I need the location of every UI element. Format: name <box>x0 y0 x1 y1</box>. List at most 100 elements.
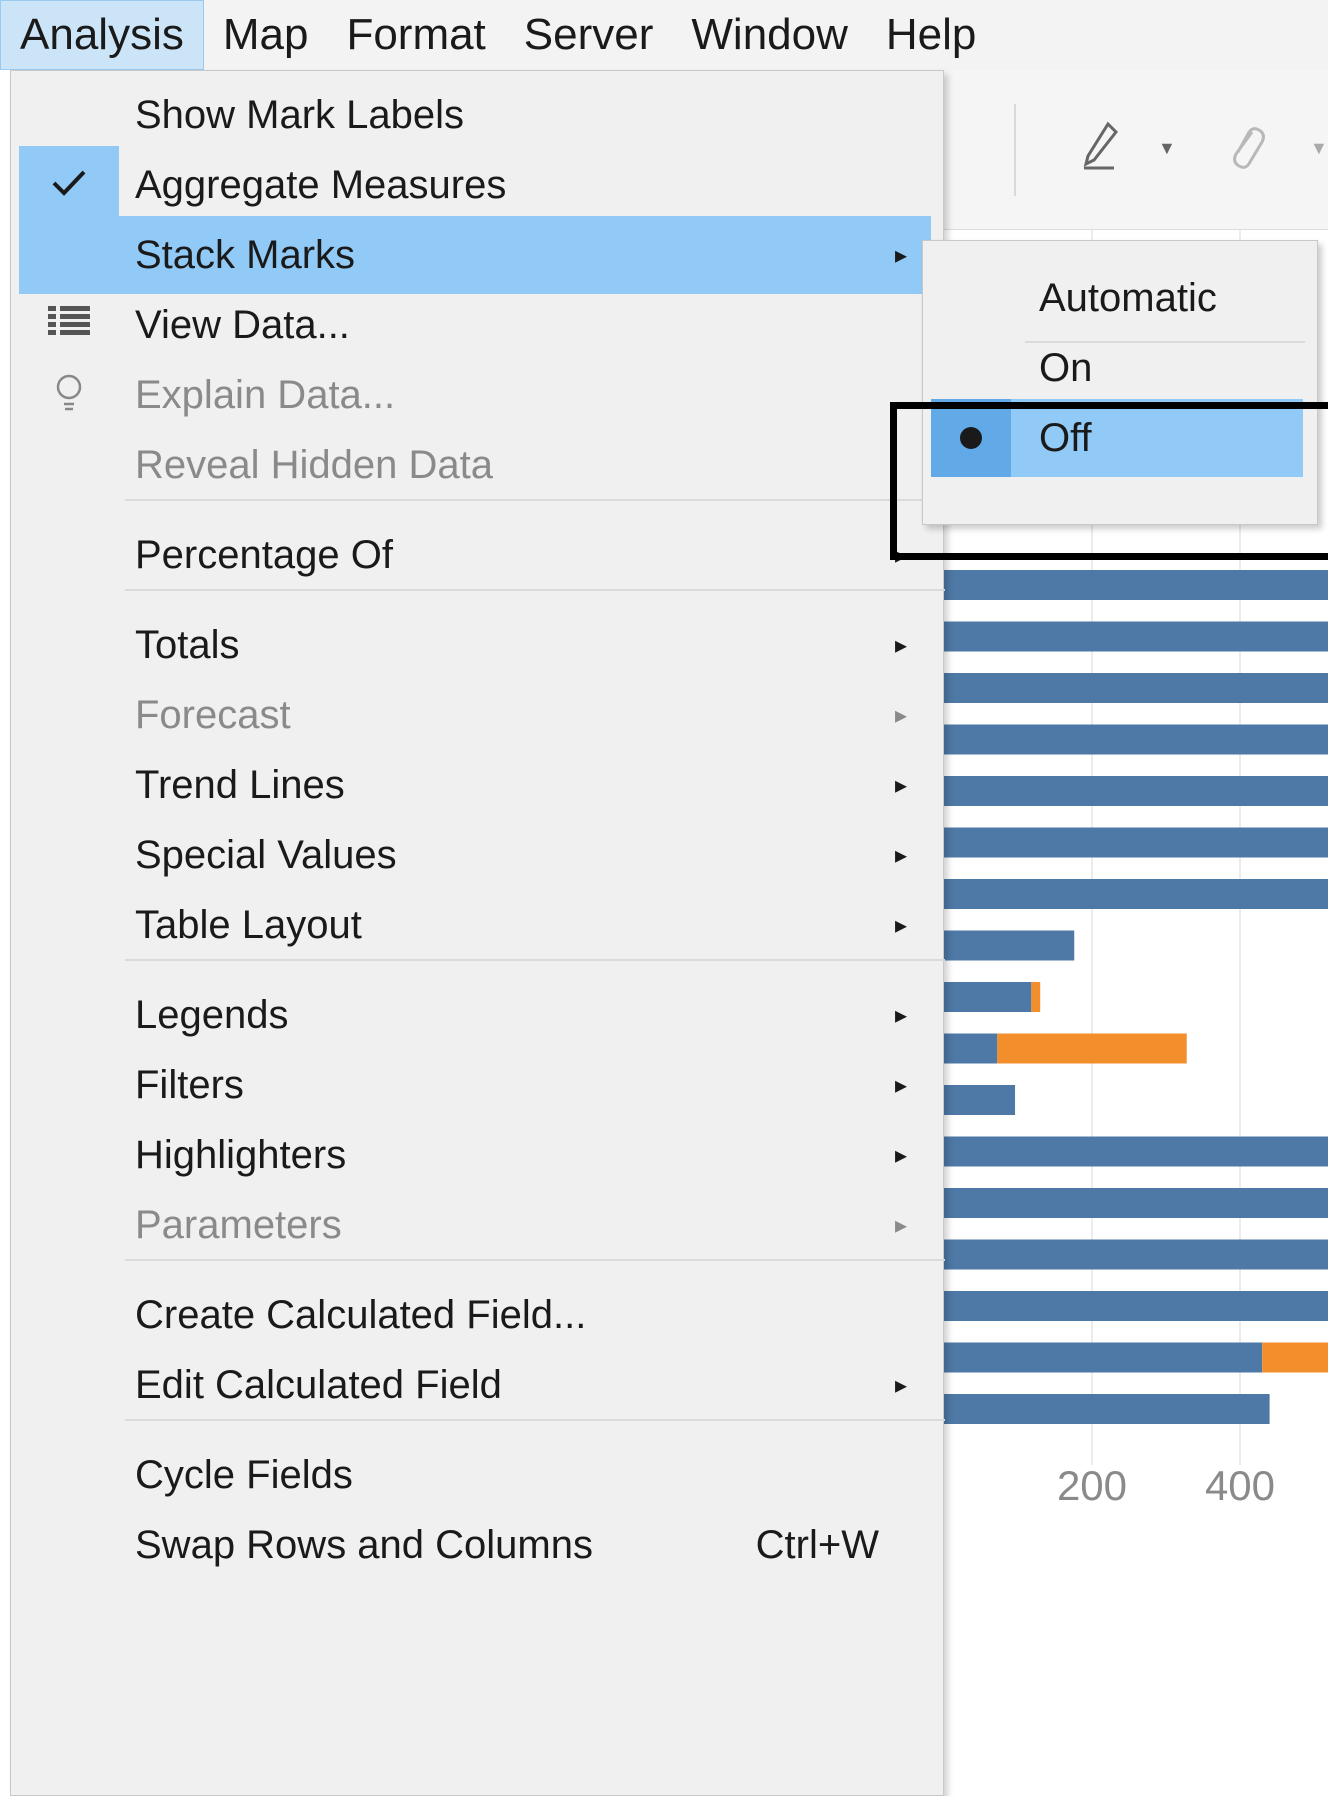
menu-item-gutter <box>19 676 119 754</box>
menu-item-gutter <box>19 516 119 594</box>
menu-item-stack-marks[interactable]: Stack Marks ▸ <box>19 216 931 294</box>
bar-mark <box>944 621 1328 652</box>
menu-item-label: Reveal Hidden Data <box>135 442 493 487</box>
menubar-item-server[interactable]: Server <box>505 0 673 70</box>
submenu-item-gutter <box>931 259 1011 337</box>
menu-item-gutter <box>19 886 119 964</box>
menu-item-percentage-of[interactable]: Percentage Of ▸ <box>19 516 931 594</box>
menu-item-label: Swap Rows and Columns <box>135 1522 593 1567</box>
app-window: Analysis Map Format Server Window Help ▼… <box>0 0 1328 1796</box>
view-data-icon <box>48 305 90 345</box>
menu-item-label: Filters <box>135 1062 244 1107</box>
menu-item-explain-data: Explain Data... <box>19 356 931 434</box>
menu-item-legends[interactable]: Legends ▸ <box>19 976 931 1054</box>
chevron-down-icon[interactable]: ▼ <box>1158 138 1176 159</box>
menu-item-label: Totals <box>135 622 240 667</box>
menu-item-label: Show Mark Labels <box>135 92 465 137</box>
bar-mark <box>944 982 1032 1012</box>
bar-mark <box>944 1342 1263 1373</box>
bar-mark <box>944 570 1328 600</box>
submenu-arrow-icon: ▸ <box>894 1211 908 1239</box>
menu-item-filters[interactable]: Filters ▸ <box>19 1046 931 1124</box>
menu-item-cycle-fields[interactable]: Cycle Fields <box>19 1436 931 1514</box>
menu-item-label: Stack Marks <box>135 232 356 277</box>
menu-item-gutter <box>19 816 119 894</box>
menu-item-label: Table Layout <box>135 902 362 947</box>
menu-item-gutter <box>19 1346 119 1424</box>
menu-item-label: View Data... <box>135 302 350 347</box>
bar-mark <box>944 930 1075 961</box>
menu-item-gutter <box>19 286 119 364</box>
menu-item-label: Edit Calculated Field <box>135 1362 502 1407</box>
pen-icon[interactable] <box>1080 120 1120 182</box>
menubar-item-map[interactable]: Map <box>204 0 328 70</box>
bar-mark <box>944 1291 1328 1321</box>
chevron-down-icon[interactable]: ▼ <box>1310 138 1328 159</box>
menu-item-gutter <box>19 146 119 224</box>
menu-bar: Analysis Map Format Server Window Help <box>0 0 1328 70</box>
bar-mark <box>944 1136 1328 1167</box>
submenu-item-gutter <box>931 329 1011 407</box>
menu-item-label: Explain Data... <box>135 372 396 417</box>
toolbar-separator <box>1014 104 1016 196</box>
submenu-arrow-icon: ▸ <box>894 1141 908 1169</box>
menu-item-gutter <box>19 606 119 684</box>
menu-item-gutter <box>19 1276 119 1354</box>
submenu-arrow-icon: ▸ <box>894 911 908 939</box>
menubar-item-help[interactable]: Help <box>867 0 996 70</box>
x-tick-label: 200 <box>1057 1462 1127 1509</box>
annotation-highlight-box <box>890 402 1328 560</box>
toolbar <box>940 70 1328 230</box>
menubar-item-window[interactable]: Window <box>672 0 867 70</box>
menu-item-view-data[interactable]: View Data... <box>19 286 931 364</box>
menubar-item-format[interactable]: Format <box>327 0 504 70</box>
menu-item-totals[interactable]: Totals ▸ <box>19 606 931 684</box>
menu-item-swap-rows-and-columns[interactable]: Swap Rows and Columns Ctrl+W <box>19 1506 931 1584</box>
menubar-item-analysis[interactable]: Analysis <box>0 0 204 70</box>
menu-item-gutter <box>19 1186 119 1264</box>
menu-item-gutter <box>19 356 119 434</box>
menu-item-aggregate-measures[interactable]: Aggregate Measures <box>19 146 931 224</box>
menu-item-label: Special Values <box>135 832 397 877</box>
menu-item-label: Parameters <box>135 1202 342 1247</box>
submenu-arrow-icon: ▸ <box>894 771 908 799</box>
bar-mark <box>944 1085 1016 1115</box>
menu-item-show-mark-labels[interactable]: Show Mark Labels <box>19 76 931 154</box>
menu-item-highlighters[interactable]: Highlighters ▸ <box>19 1116 931 1194</box>
menu-item-label: Forecast <box>135 692 291 737</box>
x-tick-label: 400 <box>1205 1462 1275 1509</box>
menu-item-gutter <box>19 76 119 154</box>
menu-item-table-layout[interactable]: Table Layout ▸ <box>19 886 931 964</box>
menu-item-label: Trend Lines <box>135 762 345 807</box>
menu-item-label: Legends <box>135 992 289 1037</box>
submenu-arrow-icon: ▸ <box>894 1071 908 1099</box>
menu-item-label: Aggregate Measures <box>135 162 507 207</box>
bar-mark <box>944 1188 1328 1218</box>
menu-item-gutter <box>19 1116 119 1194</box>
bar-mark <box>944 879 1328 909</box>
bar-mark <box>997 1033 1187 1064</box>
menu-item-parameters: Parameters ▸ <box>19 1186 931 1264</box>
submenu-arrow-icon: ▸ <box>894 1371 908 1399</box>
analysis-menu: Show Mark Labels Aggregate Measures Stack … <box>10 70 945 1796</box>
submenu-arrow-icon: ▸ <box>894 841 908 869</box>
bar-mark <box>1262 1342 1328 1373</box>
menu-item-gutter <box>19 746 119 824</box>
menu-item-label: Cycle Fields <box>135 1452 353 1497</box>
lightbulb-icon <box>54 373 84 418</box>
menu-item-label: Highlighters <box>135 1132 347 1177</box>
submenu-item-automatic[interactable]: Automatic <box>931 259 1303 337</box>
menu-item-gutter <box>19 426 119 504</box>
menu-item-special-values[interactable]: Special Values ▸ <box>19 816 931 894</box>
menu-item-edit-calculated-field[interactable]: Edit Calculated Field ▸ <box>19 1346 931 1424</box>
menu-item-shortcut: Ctrl+W <box>755 1522 879 1567</box>
submenu-item-label: Automatic <box>1039 275 1217 320</box>
submenu-item-on[interactable]: On <box>931 329 1303 407</box>
menu-item-reveal-hidden-data: Reveal Hidden Data <box>19 426 931 504</box>
bar-mark <box>944 724 1328 755</box>
paperclip-icon[interactable] <box>1226 124 1266 182</box>
menu-item-label: Create Calculated Field... <box>135 1292 587 1337</box>
menu-item-create-calculated-field[interactable]: Create Calculated Field... <box>19 1276 931 1354</box>
menu-item-gutter <box>19 216 119 294</box>
menu-item-trend-lines[interactable]: Trend Lines ▸ <box>19 746 931 824</box>
